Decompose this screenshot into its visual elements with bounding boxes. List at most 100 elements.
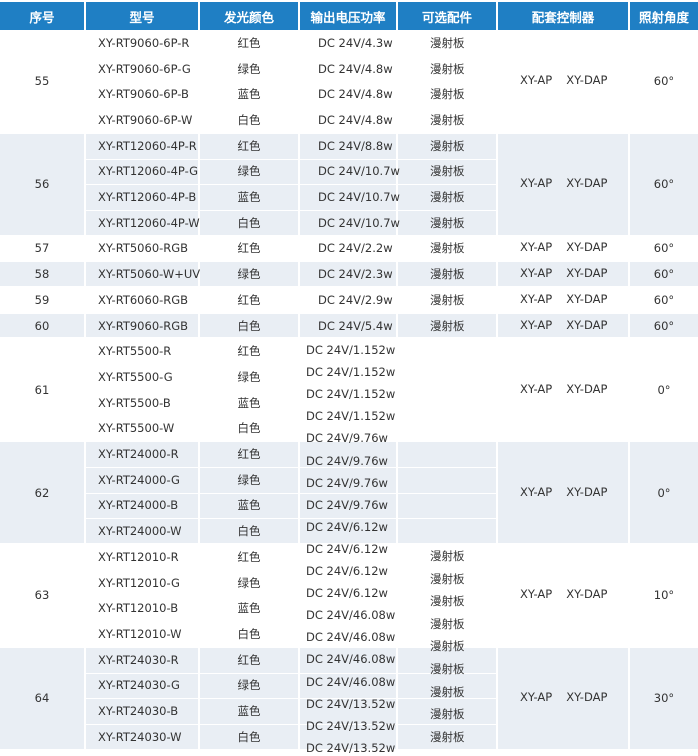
optional-accessory: 漫射板 [430, 616, 465, 631]
voltage-power: DC 24V/46.08w [306, 630, 396, 645]
beam-angle: 60° [653, 74, 675, 89]
column-divider [496, 313, 498, 339]
controller-name: XY-AP [520, 73, 553, 88]
seq-number: 64 [34, 691, 50, 706]
controller-cell: XY-AP XY-DAP [520, 240, 607, 254]
model-number: XY-RT12060-4P-B [98, 190, 197, 205]
row-divider [86, 158, 496, 160]
column-divider [84, 262, 86, 287]
optional-accessory: 漫射板 [430, 267, 465, 282]
optional-accessory: 漫射板 [430, 549, 465, 563]
voltage-power: DC 24V/6.12w [306, 564, 388, 578]
light-color: 蓝色 [237, 601, 261, 616]
beam-angle: 60° [653, 177, 675, 192]
optional-accessory: 漫射板 [430, 292, 465, 307]
controller-name: XY-AP [520, 690, 553, 705]
beam-angle: 0° [657, 382, 671, 397]
optional-accessory: 漫射板 [430, 729, 465, 744]
voltage-power: DC 24V/1.152w [306, 365, 396, 380]
seq-number: 55 [34, 74, 50, 89]
model-number: XY-RT24000-B [98, 498, 179, 513]
row-divider [86, 209, 496, 211]
light-color: 红色 [237, 447, 261, 462]
seq-number: 63 [34, 588, 50, 603]
model-number: XY-RT9060-6P-G [98, 61, 191, 76]
voltage-power: DC 24V/10.7w [318, 215, 400, 230]
controller-cell: XY-AP XY-DAP [520, 73, 607, 87]
beam-angle: 60° [653, 292, 675, 307]
seq-number: 60 [34, 318, 50, 333]
optional-accessory: 漫射板 [430, 594, 465, 609]
light-color: 蓝色 [237, 395, 261, 410]
model-number: XY-RT24030-R [98, 652, 179, 667]
voltage-power: DC 24V/9.76w [306, 453, 388, 468]
controller-cell: XY-AP XY-DAP [520, 266, 607, 280]
controller-cell: XY-AP XY-DAP [520, 485, 607, 499]
column-divider [84, 236, 86, 262]
model-number: XY-RT12010-G [98, 575, 180, 590]
header-seq: 序号 [0, 2, 84, 30]
column-divider [198, 313, 200, 339]
voltage-power: DC 24V/1.152w [306, 343, 396, 357]
seq-number: 62 [34, 485, 50, 500]
row-divider [86, 466, 496, 468]
column-divider [496, 236, 498, 262]
model-number: XY-RT5060-W+UV [98, 267, 201, 282]
row-divider [86, 389, 496, 391]
row-divider [86, 415, 496, 417]
beam-angle: 60° [653, 241, 675, 256]
column-divider [496, 133, 498, 236]
model-number: XY-RT9060-6P-R [98, 35, 190, 50]
controller-cell: XY-AP XY-DAP [520, 382, 607, 396]
optional-accessory: 漫射板 [430, 684, 465, 699]
product-spec-table: 序号 型号 发光颜色 输出电压功率 可选配件 配套控制器 照射角度 55 XY-A… [0, 0, 698, 755]
light-color: 红色 [237, 344, 261, 359]
model-number: XY-RT24000-W [98, 524, 182, 539]
optional-accessory: 漫射板 [430, 61, 465, 76]
seq-number: 56 [34, 177, 50, 192]
column-divider [298, 236, 300, 262]
voltage-power: DC 24V/2.2w [318, 241, 393, 256]
column-divider [198, 288, 200, 313]
light-color: 绿色 [237, 164, 261, 179]
voltage-power: DC 24V/4.8w [318, 87, 393, 102]
beam-angle: 10° [653, 588, 675, 603]
model-number: XY-RT12010-B [98, 601, 179, 616]
column-divider [496, 288, 498, 313]
model-number: XY-RT9060-RGB [98, 318, 189, 333]
voltage-power: DC 24V/1.152w [306, 387, 396, 402]
light-color: 白色 [237, 729, 261, 744]
seq-number: 61 [34, 382, 50, 397]
voltage-power: DC 24V/6.12w [306, 586, 388, 601]
voltage-power: DC 24V/9.76w [306, 431, 388, 446]
light-color: 红色 [237, 652, 261, 667]
voltage-power: DC 24V/5.4w [318, 318, 393, 333]
voltage-power: DC 24V/9.76w [306, 497, 388, 512]
column-divider [496, 262, 498, 287]
header-option: 可选配件 [398, 2, 496, 30]
light-color: 红色 [237, 241, 261, 256]
controller-name: XY-DAP [566, 690, 608, 705]
header-color: 发光颜色 [200, 2, 298, 30]
light-color: 蓝色 [237, 87, 261, 102]
voltage-power: DC 24V/2.9w [318, 292, 393, 307]
beam-angle: 60° [653, 318, 675, 333]
model-number: XY-RT5500-B [98, 395, 171, 410]
column-divider [396, 262, 398, 287]
light-color: 白色 [237, 524, 261, 539]
controller-cell: XY-AP XY-DAP [520, 292, 607, 306]
beam-angle: 30° [653, 691, 675, 706]
column-divider [396, 236, 398, 262]
light-color: 蓝色 [237, 498, 261, 513]
optional-accessory: 漫射板 [430, 138, 465, 153]
column-divider [84, 313, 86, 339]
voltage-power: DC 24V/1.152w [306, 409, 396, 424]
controller-cell: XY-AP XY-DAP [520, 318, 607, 332]
controller-name: XY-DAP [566, 587, 608, 602]
controller-name: XY-DAP [566, 176, 608, 191]
controller-name: XY-AP [520, 240, 553, 255]
light-color: 红色 [237, 138, 261, 153]
column-divider [298, 313, 300, 339]
model-number: XY-RT5500-G [98, 369, 173, 384]
optional-accessory: 漫射板 [430, 190, 465, 205]
